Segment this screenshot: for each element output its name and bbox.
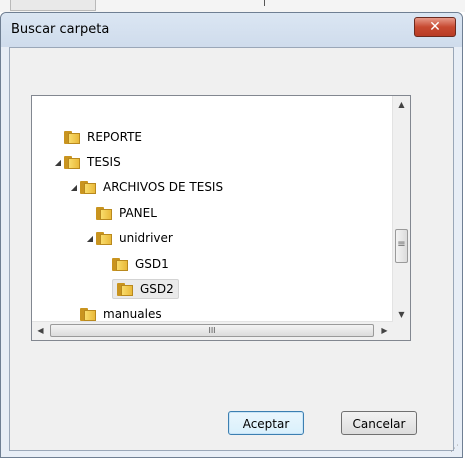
background-divider (264, 0, 265, 6)
folder-icon (64, 130, 80, 144)
tree-item-reporte[interactable]: REPORTE (52, 126, 142, 148)
tree-item-label: ARCHIVOS DE TESIS (103, 180, 224, 194)
folder-icon (80, 307, 96, 321)
tree-item-label: manuales (103, 307, 162, 321)
folder-icon (96, 206, 112, 220)
folder-icon (117, 282, 133, 296)
tree-item-archivos-de-tesis[interactable]: ◢ ARCHIVOS DE TESIS (68, 176, 223, 198)
scroll-corner (393, 322, 410, 340)
scroll-up-button[interactable]: ▲ (393, 96, 410, 113)
dialog-title: Buscar carpeta (11, 22, 110, 37)
close-button[interactable]: ✕ (414, 17, 456, 37)
horizontal-scrollbar[interactable]: ◀ III ▶ (32, 321, 393, 340)
folder-icon (80, 180, 96, 194)
selected-highlight[interactable]: GSD2 (112, 279, 179, 299)
grip-icon: ≡ (397, 239, 406, 250)
tree-item-panel[interactable]: PANEL (84, 202, 157, 224)
close-icon: ✕ (429, 19, 441, 35)
tree-item-label: REPORTE (87, 130, 142, 144)
tree-item-label: PANEL (119, 206, 157, 220)
tree-item-gsd2[interactable]: GSD2 (100, 278, 179, 300)
scroll-down-button[interactable]: ▼ (393, 306, 410, 323)
vertical-scrollbar[interactable]: ▲ ≡ ▼ (392, 96, 410, 323)
tree-item-label: GSD1 (135, 257, 169, 271)
folder-icon (96, 231, 112, 245)
tree-item-label: GSD2 (140, 282, 174, 296)
vertical-scroll-thumb[interactable]: ≡ (395, 229, 408, 263)
scroll-left-button[interactable]: ◀ (32, 322, 49, 340)
tree-item-tesis[interactable]: ◢ TESIS (52, 151, 121, 173)
tree-item-gsd1[interactable]: GSD1 (100, 253, 169, 275)
cancel-button[interactable]: Cancelar (341, 411, 417, 435)
folder-tree[interactable]: REPORTE ◢ TESIS ◢ ARCHIVOS DE TESIS PANE… (31, 95, 411, 341)
horizontal-scroll-thumb[interactable]: III (50, 324, 374, 337)
background-window-strip (0, 0, 465, 12)
titlebar: Buscar carpeta ✕ (1, 13, 462, 47)
tree-item-label: TESIS (87, 155, 121, 169)
resize-grip-icon[interactable]: ⋰ (450, 444, 459, 454)
collapse-arrow-icon[interactable]: ◢ (84, 234, 96, 243)
collapse-arrow-icon[interactable]: ◢ (68, 183, 80, 192)
accept-button[interactable]: Aceptar (228, 411, 304, 435)
collapse-arrow-icon[interactable]: ◢ (52, 158, 64, 167)
tree-item-label: unidriver (119, 231, 173, 245)
folder-icon (64, 155, 80, 169)
scroll-right-button[interactable]: ▶ (376, 322, 393, 340)
tree-item-unidriver[interactable]: ◢ unidriver (84, 227, 173, 249)
folder-icon (112, 257, 128, 271)
background-tab (10, 0, 96, 11)
